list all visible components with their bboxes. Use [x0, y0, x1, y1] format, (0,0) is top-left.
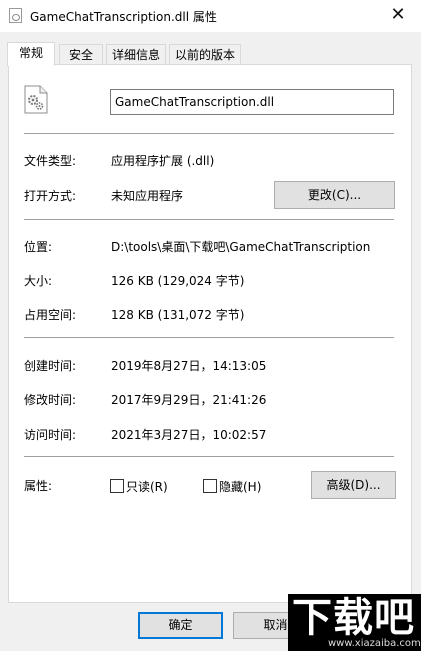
divider: [24, 219, 394, 220]
watermark-url: www.xiazaiba.com: [328, 638, 421, 649]
divider: [24, 337, 394, 338]
accessed-label: 访问时间:: [24, 428, 77, 442]
location-value: D:\tools\桌面\下载吧\GameChatTranscription: [111, 240, 371, 254]
close-button[interactable]: ✕: [375, 0, 421, 32]
tab-security[interactable]: 安全: [59, 44, 103, 65]
hidden-checkbox[interactable]: [203, 479, 217, 493]
advanced-button[interactable]: 高级(D)...: [311, 471, 396, 499]
change-button[interactable]: 更改(C)...: [274, 181, 395, 209]
ok-button[interactable]: 确定: [138, 612, 223, 639]
xiazaiba-watermark-logo: 下载吧 www.xiazaiba.com: [288, 594, 421, 651]
modified-value: 2017年9月29日，21:41:26: [111, 393, 267, 407]
tab-details[interactable]: 详细信息: [106, 44, 166, 65]
filename-field[interactable]: GameChatTranscription.dll: [110, 89, 394, 115]
size-value: 126 KB (129,024 字节): [111, 274, 245, 288]
tab-general[interactable]: 常规: [7, 42, 55, 66]
accessed-value: 2021年3月27日，10:02:57: [111, 428, 267, 442]
divider: [24, 133, 394, 134]
tab-previous-versions[interactable]: 以前的版本: [169, 44, 241, 65]
file-type-value: 应用程序扩展 (.dll): [111, 154, 215, 168]
disk-size-label: 占用空间:: [24, 308, 77, 322]
divider: [24, 456, 394, 457]
dll-file-icon: [9, 8, 22, 23]
hidden-label[interactable]: 隐藏(H): [219, 478, 261, 495]
attributes-label: 属性:: [24, 479, 53, 493]
watermark-brand: 下载吧: [292, 595, 415, 641]
location-label: 位置:: [24, 240, 53, 254]
disk-size-value: 128 KB (131,072 字节): [111, 308, 245, 322]
open-with-label: 打开方式:: [24, 189, 77, 203]
modified-label: 修改时间:: [24, 393, 77, 407]
size-label: 大小:: [24, 274, 53, 288]
dll-gear-file-icon: [24, 85, 48, 114]
readonly-checkbox[interactable]: [110, 479, 124, 493]
open-with-value: 未知应用程序: [111, 189, 184, 203]
window-title: GameChatTranscription.dll 属性: [30, 10, 217, 24]
created-value: 2019年8月27日，14:13:05: [111, 359, 267, 373]
created-label: 创建时间:: [24, 359, 77, 373]
file-type-label: 文件类型:: [24, 154, 77, 168]
general-panel: [8, 64, 412, 603]
readonly-label[interactable]: 只读(R): [126, 478, 168, 495]
title-bar: GameChatTranscription.dll 属性 ✕: [0, 0, 421, 32]
